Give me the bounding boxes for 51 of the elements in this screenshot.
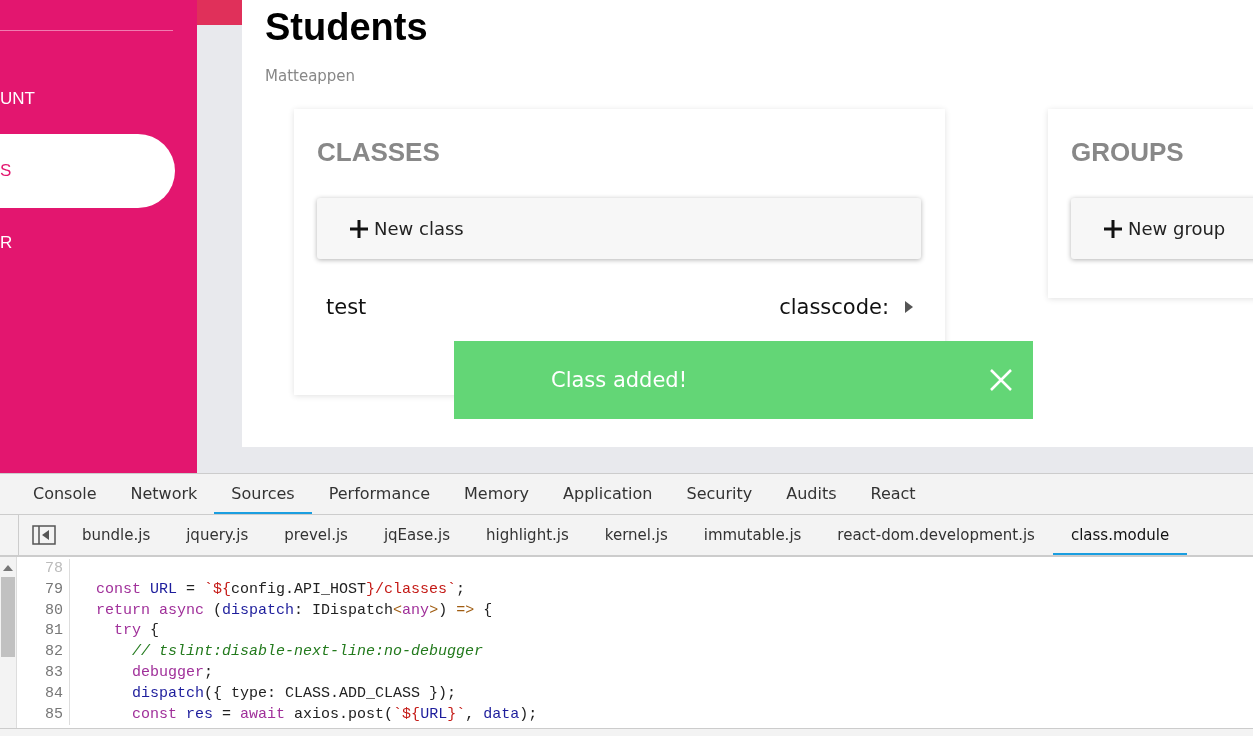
devtools-tab[interactable]: React (853, 474, 933, 514)
code-line: return async (dispatch: IDispatch<any>) => { (95, 600, 493, 621)
code-line: const URL = `${config.API_HOST}/classes`; (95, 579, 466, 600)
code-line: const res = await axios.post(`${URL}`, data); (131, 704, 538, 725)
file-tab[interactable]: prevel.js (266, 515, 366, 555)
sidebar-item[interactable]: UNT (0, 81, 175, 117)
scrollbar-thumb[interactable] (1, 577, 15, 657)
devtools-tab[interactable]: Application (546, 474, 670, 514)
line-number: 84 (17, 683, 70, 705)
file-tab[interactable]: kernel.js (586, 515, 686, 555)
devtools-tab[interactable]: Network (113, 474, 215, 514)
card-title: CLASSES (317, 137, 441, 168)
new-button[interactable]: New group (1071, 198, 1253, 259)
devtools-tab[interactable]: Console (16, 474, 114, 514)
line-number: 83 (17, 663, 70, 684)
file-tab[interactable]: jqEase.js (365, 515, 469, 555)
line-number: 81 (17, 621, 70, 643)
code-line: try { (113, 621, 160, 642)
line-number: 78 (17, 559, 70, 580)
line-number: 85 (17, 704, 70, 726)
page-subtitle: Matteappen (265, 67, 357, 85)
code-line: debugger; (131, 663, 214, 683)
toast-message: Class added! (551, 368, 688, 392)
plus-icon (350, 219, 368, 238)
line-number: 79 (17, 579, 70, 601)
devtools-tab[interactable]: Memory (447, 474, 547, 514)
file-tab[interactable]: highlight.js (468, 515, 587, 555)
devtools-tab[interactable]: Audits (769, 474, 854, 514)
page-title: Students (265, 6, 429, 49)
sidebar-item[interactable]: R (0, 225, 175, 261)
file-tab[interactable]: react-dom.development.js (819, 515, 1053, 555)
devtools-tab[interactable]: Performance (311, 474, 447, 514)
accent-bar (197, 0, 242, 25)
card-title: GROUPS (1071, 137, 1185, 168)
file-tab[interactable]: class.module (1052, 515, 1188, 555)
scroll-up-icon[interactable] (3, 565, 13, 571)
devtools-tab[interactable]: Security (669, 474, 770, 514)
line-number: 82 (17, 642, 70, 663)
plus-icon (1104, 219, 1122, 238)
new-button[interactable]: New class (317, 198, 921, 259)
class-name: test (326, 295, 368, 319)
code-line: // tslint:disable-next-line:no-debugger (131, 642, 484, 663)
file-tab[interactable]: bundle.js (64, 515, 169, 555)
classcode-label: classcode: (779, 295, 889, 319)
caret-icon[interactable] (905, 301, 913, 313)
sidebar-toggle-icon[interactable] (32, 525, 56, 545)
code-line: dispatch({ type: CLASS.ADD_CLASS }); (131, 683, 457, 704)
sidebar-item[interactable]: S (0, 134, 175, 208)
file-tab[interactable]: immutable.js (685, 515, 820, 555)
line-number: 80 (17, 600, 70, 622)
file-tab[interactable]: jquery.js (168, 515, 267, 555)
